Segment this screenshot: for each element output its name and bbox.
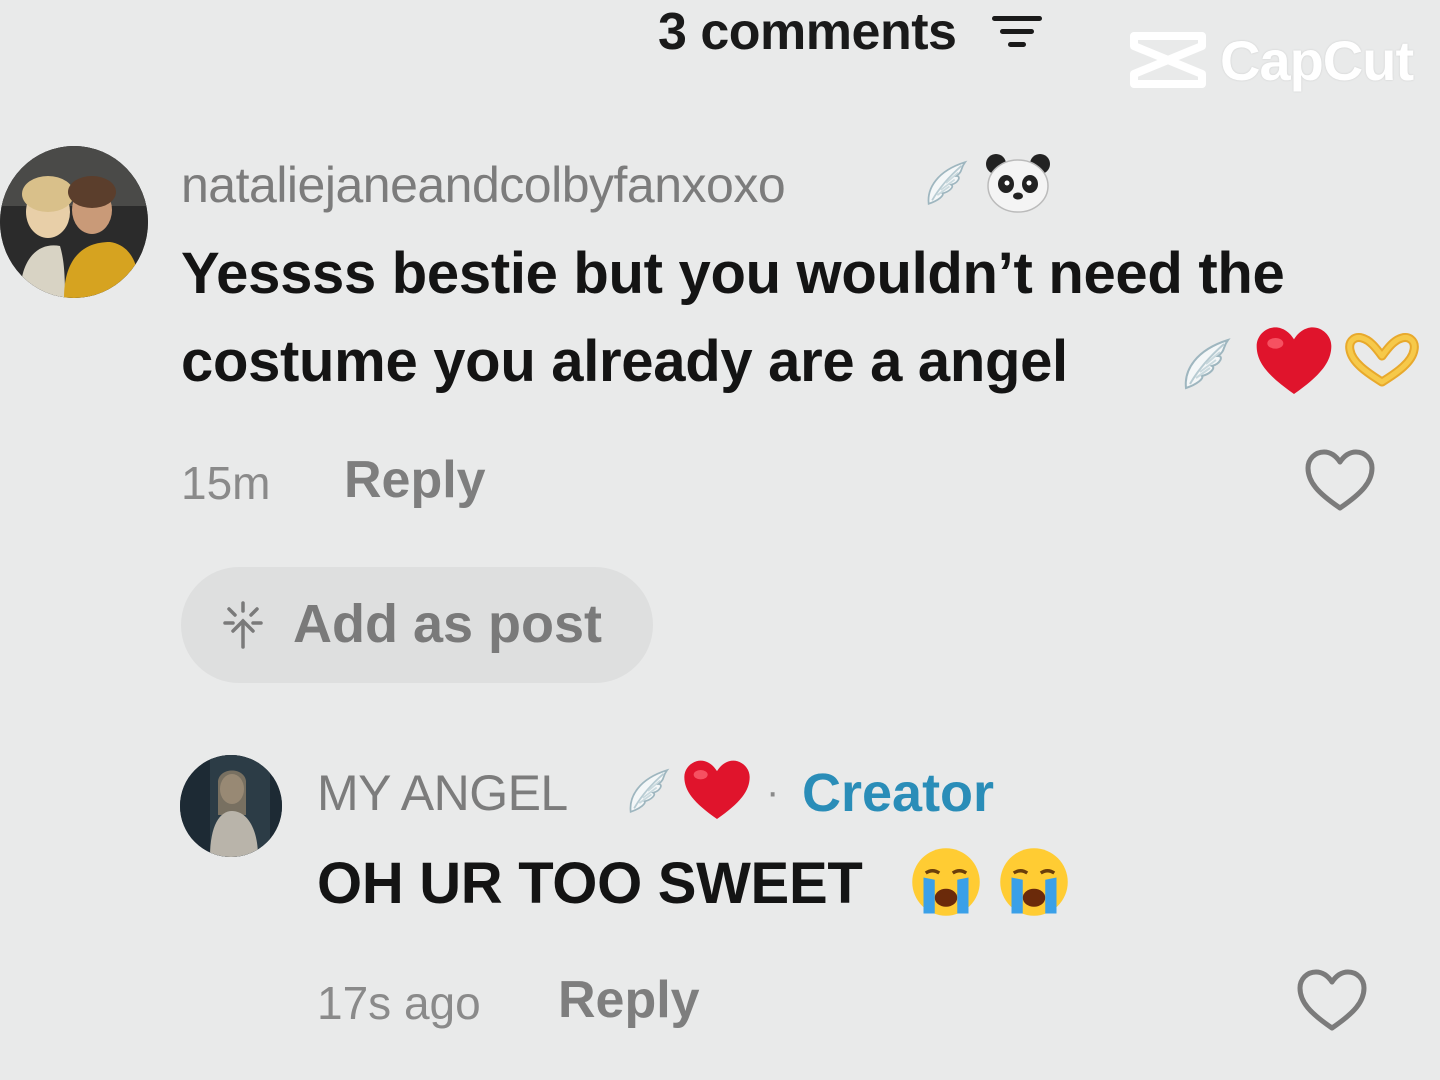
- reply-button[interactable]: Reply: [344, 450, 486, 510]
- red-heart-emoji: [1254, 324, 1334, 400]
- comment-text-line: Yessss bestie but you wouldn’t need the: [181, 241, 1285, 306]
- avatar-photo: [180, 755, 282, 857]
- comment-username[interactable]: MY ANGEL: [317, 764, 568, 822]
- reply-button[interactable]: Reply: [558, 970, 700, 1030]
- wing-emoji: [1176, 326, 1236, 402]
- sparkle-arrow-icon: [223, 601, 263, 649]
- add-as-post-button[interactable]: Add as post: [181, 567, 653, 683]
- add-as-post-label: Add as post: [293, 594, 603, 654]
- panda-emoji: [986, 154, 1050, 213]
- red-heart-emoji: [682, 758, 752, 824]
- comment-timestamp: 17s ago: [317, 977, 481, 1029]
- crying-face-emoji: [996, 846, 1072, 918]
- avatar-photo: [0, 146, 148, 298]
- capcut-watermark: CapCut: [1128, 28, 1438, 92]
- comment-text-line: costume you already are a angel: [181, 329, 1068, 394]
- comment-text-line: OH UR TOO SWEET: [317, 851, 863, 916]
- wing-emoji: [920, 150, 972, 216]
- wing-emoji: [622, 758, 674, 824]
- separator-dot: ·: [766, 770, 780, 814]
- comment-username[interactable]: nataliejaneandcolbyfanxoxo: [181, 156, 786, 214]
- comment-timestamp: 15m: [181, 457, 271, 509]
- avatar[interactable]: [0, 146, 148, 298]
- filter-lines-icon[interactable]: [990, 12, 1044, 52]
- avatar[interactable]: [180, 755, 282, 857]
- crying-face-emoji: [908, 846, 984, 918]
- capcut-logo-icon: [1130, 32, 1206, 88]
- heart-outline-icon[interactable]: [1304, 448, 1376, 514]
- heart-hands-emoji: [1345, 333, 1419, 387]
- creator-badge: Creator: [802, 763, 995, 823]
- comments-count-title: 3 comments: [658, 3, 957, 61]
- capcut-watermark-text: CapCut: [1220, 29, 1414, 92]
- heart-outline-icon[interactable]: [1296, 968, 1368, 1034]
